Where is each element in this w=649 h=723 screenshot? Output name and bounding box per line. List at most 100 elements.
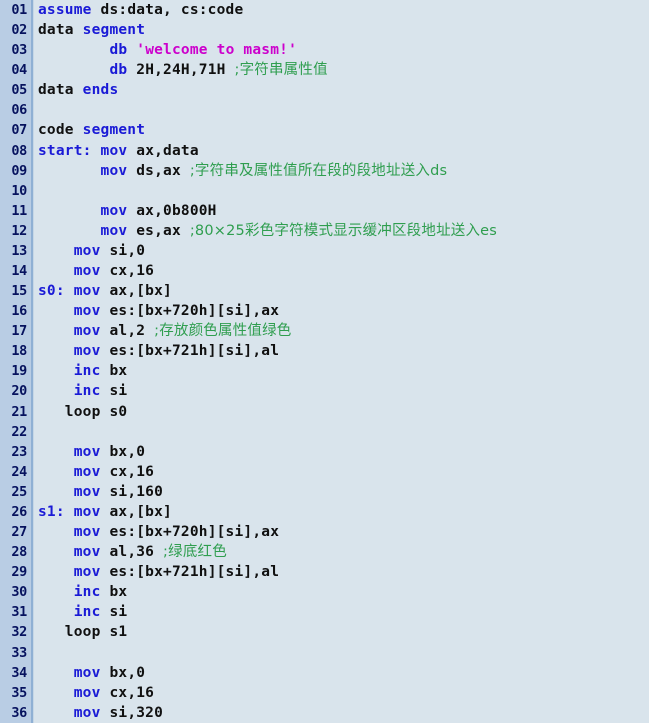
- code-line[interactable]: 08 start: mov ax,data: [0, 141, 649, 161]
- code-line[interactable]: 33: [0, 643, 649, 663]
- line-number: 23: [11, 443, 27, 460]
- code-line[interactable]: 01 assume ds:data, cs:code: [0, 0, 649, 20]
- token-keyword: mov: [100, 142, 128, 159]
- code-text: mov si,320: [38, 703, 163, 723]
- token-text: ds,ax: [127, 162, 190, 179]
- token-text: code: [38, 122, 83, 139]
- code-editor[interactable]: 01 assume ds:data, cs:code 02 data segment 0…: [0, 0, 649, 723]
- code-text: mov al,36 ;绿底红色: [38, 542, 227, 562]
- code-line[interactable]: 23 mov bx,0: [0, 442, 649, 462]
- token-text: ax,0b800H: [127, 202, 217, 219]
- token-keyword: mov: [100, 202, 128, 219]
- code-line[interactable]: 24 mov cx,16: [0, 462, 649, 482]
- code-text: mov al,2 ;存放颜色属性值绿色: [38, 321, 292, 341]
- code-line[interactable]: 34 mov bx,0: [0, 663, 649, 683]
- code-text: s0: mov ax,[bx]: [38, 281, 172, 301]
- token-keyword: mov: [100, 162, 128, 179]
- token-keyword: assume: [38, 2, 92, 18]
- code-line[interactable]: 31 inc si: [0, 602, 649, 622]
- line-number: 25: [11, 483, 27, 500]
- code-line[interactable]: 09 mov ds,ax ;字符串及属性值所在段的段地址送入ds: [0, 161, 649, 181]
- code-line[interactable]: 12 mov es,ax ;80×25彩色字符模式显示缓冲区段地址送入es: [0, 221, 649, 241]
- code-line[interactable]: 28 mov al,36 ;绿底红色: [0, 542, 649, 562]
- line-number: 31: [11, 604, 27, 621]
- code-line[interactable]: 29 mov es:[bx+721h][si],al: [0, 562, 649, 582]
- token-keyword: mov: [73, 704, 101, 721]
- code-line[interactable]: 21 loop s0: [0, 402, 649, 422]
- code-line[interactable]: 30 inc bx: [0, 582, 649, 602]
- code-line[interactable]: 20 inc si: [0, 381, 649, 401]
- line-number: 27: [11, 524, 27, 541]
- code-line[interactable]: 04 db 2H,24H,71H ;字符串属性值: [0, 60, 649, 80]
- code-text: loop s1: [38, 622, 127, 642]
- token-text: si: [100, 604, 128, 621]
- code-lines-container[interactable]: 01 assume ds:data, cs:code 02 data segment 0…: [0, 0, 649, 723]
- code-line[interactable]: 06: [0, 100, 649, 120]
- token-text: es:[bx+720h][si],ax: [100, 524, 280, 541]
- code-line[interactable]: 22: [0, 422, 649, 442]
- line-number: 30: [11, 584, 27, 601]
- token-comment: ;存放颜色属性值绿色: [154, 323, 292, 340]
- token-text: es:[bx+720h][si],ax: [100, 303, 280, 320]
- token-keyword: mov: [73, 263, 101, 280]
- token-text: bx,0: [100, 664, 146, 681]
- code-line[interactable]: 15 s0: mov ax,[bx]: [0, 281, 649, 301]
- line-number: 08: [11, 142, 27, 159]
- line-number: 29: [11, 564, 27, 581]
- code-text: mov es,ax ;80×25彩色字符模式显示缓冲区段地址送入es: [38, 221, 497, 241]
- code-line[interactable]: 05 data ends: [0, 80, 649, 100]
- line-number: 22: [11, 423, 27, 440]
- code-line[interactable]: 35 mov cx,16: [0, 683, 649, 703]
- code-text: mov si,0: [38, 241, 145, 261]
- code-line[interactable]: 17 mov al,2 ;存放颜色属性值绿色: [0, 321, 649, 341]
- token-text: data: [38, 22, 83, 39]
- code-line[interactable]: 03 db 'welcome to masm!': [0, 40, 649, 60]
- code-text: db 'welcome to masm!': [38, 40, 297, 60]
- code-text: mov cx,16: [38, 462, 154, 482]
- code-line[interactable]: 16 mov es:[bx+720h][si],ax: [0, 301, 649, 321]
- code-line[interactable]: 19 inc bx: [0, 361, 649, 381]
- token-keyword: inc: [73, 604, 101, 621]
- code-line[interactable]: 18 mov es:[bx+721h][si],al: [0, 341, 649, 361]
- line-number: 13: [11, 242, 27, 259]
- code-line[interactable]: 11 mov ax,0b800H: [0, 201, 649, 221]
- token-text: es:[bx+721h][si],al: [100, 343, 280, 360]
- token-text: cx,16: [100, 263, 155, 280]
- code-line[interactable]: 13 mov si,0: [0, 241, 649, 261]
- line-number: 19: [11, 363, 27, 380]
- token-comment: ;字符串及属性值所在段的段地址送入ds: [189, 162, 448, 179]
- code-text: loop s0: [38, 402, 127, 422]
- token-keyword: db: [109, 62, 128, 79]
- code-line[interactable]: 02 data segment: [0, 20, 649, 40]
- code-line[interactable]: 36 mov si,320: [0, 703, 649, 723]
- token-keyword: inc: [73, 363, 101, 380]
- token-keyword: mov: [73, 544, 101, 561]
- token-text: ax,[bx]: [100, 283, 172, 300]
- code-text: assume ds:data, cs:code: [38, 0, 243, 20]
- code-line[interactable]: 32 loop s1: [0, 622, 649, 642]
- code-line[interactable]: 10: [0, 181, 649, 201]
- token-text: bx,0: [100, 443, 146, 460]
- code-line[interactable]: 26 s1: mov ax,[bx]: [0, 502, 649, 522]
- code-line[interactable]: 07 code segment: [0, 120, 649, 140]
- code-line[interactable]: 14 mov cx,16: [0, 261, 649, 281]
- token-keyword: start:: [38, 142, 92, 159]
- token-keyword: mov: [73, 684, 101, 701]
- code-text: mov es:[bx+721h][si],al: [38, 341, 279, 361]
- code-line[interactable]: 27 mov es:[bx+720h][si],ax: [0, 522, 649, 542]
- token-text: si,0: [100, 242, 146, 259]
- code-line[interactable]: 25 mov si,160: [0, 482, 649, 502]
- line-number: 04: [11, 62, 27, 79]
- token-text: al,2: [100, 323, 155, 340]
